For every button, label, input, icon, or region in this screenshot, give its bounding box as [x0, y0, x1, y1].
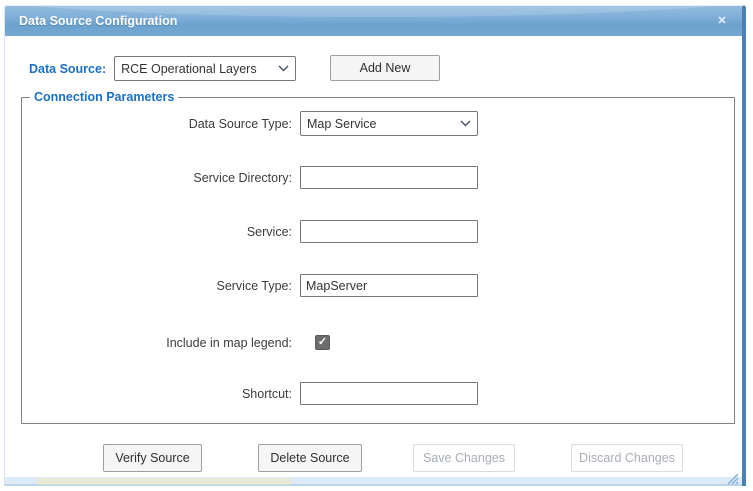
shortcut-input[interactable] [300, 382, 478, 405]
service-label: Service: [246, 224, 292, 239]
form-row-service: Service: [22, 219, 734, 244]
service-directory-input[interactable] [300, 166, 478, 189]
screen: Data Source Configuration ✕ Data Source:… [0, 0, 753, 491]
shortcut-label: Shortcut: [241, 386, 292, 401]
data-source-type-selected-value: Map Service [307, 116, 377, 131]
save-changes-button[interactable]: Save Changes [413, 444, 515, 472]
service-type-label: Service Type: [216, 278, 292, 293]
service-type-input[interactable] [300, 274, 478, 297]
form-row-data-source-type: Data Source Type: Map Service [22, 111, 734, 136]
close-icon: ✕ [717, 15, 727, 27]
data-source-label: Data Source: [29, 61, 107, 76]
form-row-service-directory: Service Directory: [22, 165, 734, 190]
checkmark-icon: ✓ [317, 336, 328, 348]
background-map-sliver [37, 478, 291, 485]
service-directory-label: Service Directory: [193, 170, 292, 185]
form-row-shortcut: Shortcut: [22, 381, 734, 406]
resize-handle-icon[interactable] [725, 471, 739, 485]
connection-parameters-legend: Connection Parameters [34, 90, 175, 104]
service-input[interactable] [300, 220, 478, 243]
data-source-type-label: Data Source Type: [188, 116, 292, 131]
verify-source-button[interactable]: Verify Source [103, 444, 202, 472]
connection-parameters-fieldset: Connection Parameters Data Source Type: … [21, 90, 735, 424]
add-new-button[interactable]: Add New [330, 55, 440, 81]
delete-source-button[interactable]: Delete Source [258, 444, 362, 472]
data-source-type-select[interactable]: Map Service [300, 111, 478, 136]
data-source-configuration-dialog: Data Source Configuration ✕ Data Source:… [4, 5, 746, 486]
chevron-down-icon [460, 120, 471, 127]
include-in-map-legend-checkbox[interactable]: ✓ [315, 335, 330, 350]
dialog-title-bar[interactable]: Data Source Configuration ✕ [5, 6, 742, 36]
discard-changes-button[interactable]: Discard Changes [571, 444, 683, 472]
form-row-include-in-map-legend: Include in map legend: ✓ [22, 334, 734, 351]
data-source-selected-value: RCE Operational Layers [121, 61, 257, 76]
chevron-down-icon [278, 65, 289, 72]
close-button[interactable]: ✕ [714, 13, 730, 29]
include-in-map-legend-label: Include in map legend: [166, 335, 292, 350]
dialog-title: Data Source Configuration [19, 14, 178, 28]
data-source-select[interactable]: RCE Operational Layers [114, 56, 297, 81]
dialog-bottom-strip [5, 477, 742, 486]
form-row-service-type: Service Type: [22, 273, 734, 298]
data-source-row: Data Source: RCE Operational Layers Add … [29, 55, 722, 82]
